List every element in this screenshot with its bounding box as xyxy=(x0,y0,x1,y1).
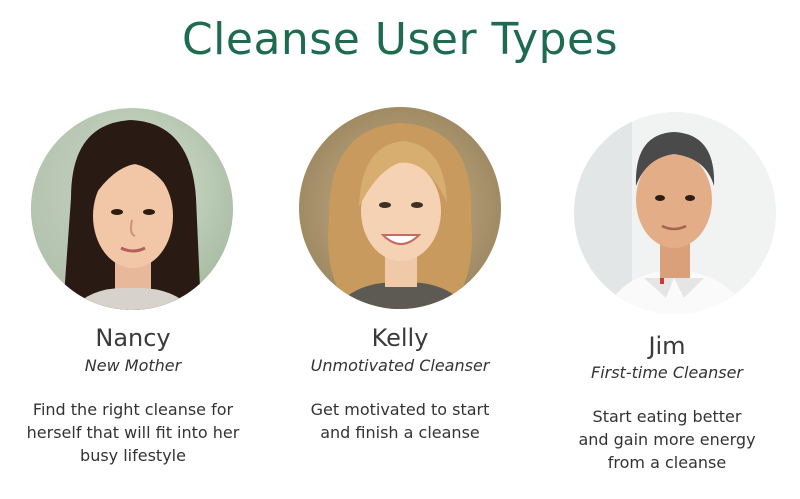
persona-card-jim: Jim First-time Cleanser Start eating bet… xyxy=(534,0,800,499)
description-line: and finish a cleanse xyxy=(320,423,480,442)
persona-role: Unmotivated Cleanser xyxy=(310,356,490,375)
avatar-nancy xyxy=(31,108,233,310)
portrait-nancy xyxy=(31,108,233,310)
description-line: herself that will fit into her xyxy=(26,423,240,442)
description-line: Start eating better xyxy=(592,407,742,426)
description-line: Find the right cleanse for xyxy=(32,400,234,419)
avatar-jim xyxy=(574,112,776,314)
persona-name: Kelly xyxy=(371,324,429,352)
persona-description: Get motivated to start and finish a clea… xyxy=(266,398,534,444)
description-line: Get motivated to start xyxy=(310,400,490,419)
persona-name: Nancy xyxy=(95,324,171,352)
persona-role: New Mother xyxy=(84,356,182,375)
avatar-kelly xyxy=(299,107,501,309)
description-line: busy lifestyle xyxy=(80,446,186,465)
portrait-jim xyxy=(574,112,776,314)
persona-description: Find the right cleanse for herself that … xyxy=(0,398,266,467)
persona-card-kelly: Kelly Unmotivated Cleanser Get motivated… xyxy=(266,0,534,499)
portrait-kelly xyxy=(299,107,501,309)
description-line: from a cleanse xyxy=(607,453,727,472)
persona-description: Start eating better and gain more energy… xyxy=(534,405,800,474)
persona-role: First-time Cleanser xyxy=(590,363,743,382)
description-line: and gain more energy xyxy=(578,430,756,449)
persona-name: Jim xyxy=(648,332,686,360)
persona-card-nancy: Nancy New Mother Find the right cleanse … xyxy=(0,0,266,499)
